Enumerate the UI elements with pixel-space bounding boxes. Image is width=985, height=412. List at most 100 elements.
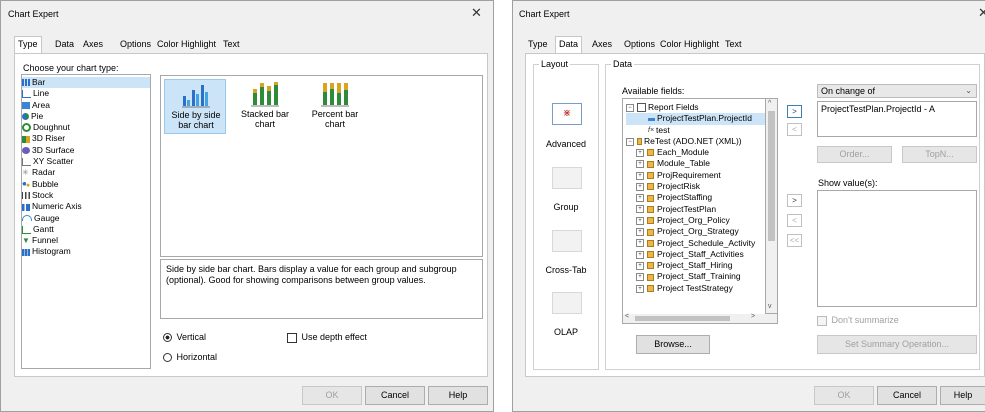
list-item[interactable]: ▼ Funnel <box>22 235 150 246</box>
olap-layout-icon[interactable] <box>552 292 582 314</box>
tree-node-table[interactable]: + ProjectRisk <box>626 181 765 192</box>
list-item[interactable]: 3D Riser <box>22 133 150 144</box>
close-icon[interactable]: ✕ <box>471 5 482 21</box>
on-change-field-list[interactable]: ProjectTestPlan.ProjectId - A <box>817 101 977 137</box>
show-values-list[interactable] <box>817 190 977 307</box>
remove-show-value-button[interactable]: < <box>787 214 802 227</box>
advanced-label[interactable]: Advanced <box>534 139 598 149</box>
list-item[interactable]: XY Scatter <box>22 156 150 167</box>
tab-type[interactable]: Type <box>525 37 551 51</box>
tree-node-table[interactable]: + Project_Org_Strategy <box>626 226 765 237</box>
browse-button[interactable]: Browse... <box>636 335 710 354</box>
tab-color-highlight[interactable]: Color Highlight <box>154 37 219 51</box>
cancel-button[interactable]: Cancel <box>365 386 425 405</box>
list-item[interactable]: Bar <box>22 77 150 89</box>
stacked-bar-icon <box>251 82 279 107</box>
tree-node-table[interactable]: + Project_Org_Policy <box>626 215 765 226</box>
scroll-up-icon[interactable]: ^ <box>768 100 771 107</box>
remove-all-show-values-button[interactable]: << <box>787 234 802 247</box>
tree-node-table[interactable]: + ProjectStaffing <box>626 192 765 203</box>
set-summary-operation-button[interactable]: Set Summary Operation... <box>817 335 977 354</box>
list-item[interactable]: Line <box>22 88 150 99</box>
tree-node-table[interactable]: + ProjectTestPlan <box>626 204 765 215</box>
table-name: Module_Table <box>657 158 710 169</box>
help-button[interactable]: Help <box>940 386 985 405</box>
tree-node-project-id[interactable]: ProjectTestPlan.ProjectId <box>626 113 765 125</box>
expand-icon: + <box>636 228 644 237</box>
tree-scrollbar[interactable]: ^ v <box>766 98 778 314</box>
ok-button[interactable]: OK <box>302 386 362 405</box>
tree-node-table[interactable]: + Project_Staff_Activities <box>626 249 765 260</box>
use-depth-checkbox[interactable]: Use depth effect <box>287 332 367 343</box>
tree-hscrollbar[interactable]: < > <box>622 313 778 324</box>
tab-options[interactable]: Options <box>117 37 154 51</box>
list-item[interactable]: Bubble <box>22 179 150 190</box>
tree-node-test[interactable]: f× test <box>626 125 765 136</box>
group-label[interactable]: Group <box>534 202 598 212</box>
tab-text[interactable]: Text <box>722 37 745 51</box>
remove-on-change-button[interactable]: < <box>787 123 802 136</box>
add-show-value-button[interactable]: > <box>787 194 802 207</box>
subtype-stacked[interactable]: Stacked bar chart <box>234 79 296 134</box>
tab-color-highlight[interactable]: Color Highlight <box>657 37 722 51</box>
topn-button[interactable]: TopN... <box>902 146 977 163</box>
tree-node-table[interactable]: + Each_Module <box>626 147 765 158</box>
vertical-radio[interactable]: Vertical <box>163 332 206 343</box>
subtype-percent[interactable]: Percent bar chart <box>304 79 366 134</box>
close-icon[interactable]: ✕ <box>978 5 985 21</box>
add-on-change-button[interactable]: > <box>787 105 802 118</box>
tab-axes[interactable]: Axes <box>80 37 106 51</box>
tree-node-table[interactable]: + Module_Table <box>626 158 765 169</box>
tab-text[interactable]: Text <box>220 37 243 51</box>
tree-node-table[interactable]: + Project_Staff_Training <box>626 271 765 282</box>
tree-node-report-fields[interactable]: − Report Fields <box>626 102 765 113</box>
group-layout-icon[interactable] <box>552 167 582 189</box>
order-button[interactable]: Order... <box>817 146 892 163</box>
list-item[interactable]: Doughnut <box>22 122 150 133</box>
table-name: Project_Schedule_Activity <box>657 237 756 248</box>
data-label: Data <box>611 59 635 69</box>
scroll-down-icon[interactable]: v <box>768 303 772 310</box>
list-item[interactable]: ✳ Radar <box>22 167 150 178</box>
tab-axes[interactable]: Axes <box>589 37 615 51</box>
tree-node-table[interactable]: + ProjRequirement <box>626 170 765 181</box>
tab-type[interactable]: Type <box>14 36 42 53</box>
dont-summarize-checkbox[interactable]: Don't summarize <box>817 315 899 326</box>
scroll-thumb-h[interactable] <box>635 316 730 321</box>
list-item[interactable]: Numeric Axis <box>22 201 150 212</box>
tab-data[interactable]: Data <box>555 36 583 53</box>
crosstab-label[interactable]: Cross-Tab <box>534 265 598 275</box>
crosstab-layout-icon[interactable] <box>552 230 582 252</box>
list-item[interactable]: 3D Surface <box>22 145 150 156</box>
list-item[interactable]: Histogram <box>22 246 150 257</box>
list-item[interactable]: Pie <box>22 111 150 122</box>
scroll-thumb[interactable] <box>768 111 775 241</box>
scroll-left-icon[interactable]: < <box>625 313 629 320</box>
tree-node-retest[interactable]: − ReTest (ADO.NET (XML)) <box>626 136 765 147</box>
tree-node-table[interactable]: + Project TestStrategy <box>626 283 765 294</box>
advanced-layout-icon[interactable]: ⋇ <box>552 103 582 125</box>
list-item[interactable]: Area <box>22 100 150 111</box>
cancel-button[interactable]: Cancel <box>877 386 937 405</box>
tab-options[interactable]: Options <box>621 37 658 51</box>
tab-data[interactable]: Data <box>52 37 77 51</box>
help-button[interactable]: Help <box>428 386 488 405</box>
list-item[interactable]: Gauge <box>22 213 150 224</box>
expand-icon: + <box>636 261 644 270</box>
available-fields-tree[interactable]: − Report Fields ProjectTestPlan.ProjectId… <box>622 98 766 324</box>
ok-button[interactable]: OK <box>814 386 874 405</box>
subtype-side-by-side[interactable]: Side by side bar chart <box>164 79 226 134</box>
chart-expert-dialog-data: Chart Expert ✕ Type Data Axes Options Co… <box>512 0 985 412</box>
list-item[interactable]: Gantt <box>22 224 150 235</box>
on-change-field[interactable]: ProjectTestPlan.ProjectId - A <box>821 104 935 114</box>
tab-strip: Type Data Axes Options Color Highlight T… <box>525 36 975 53</box>
scroll-right-icon[interactable]: > <box>751 313 755 320</box>
tree-node-table[interactable]: + Project_Schedule_Activity <box>626 238 765 249</box>
database-icon <box>637 138 642 146</box>
chart-type-list[interactable]: Bar Line Area Pie Doughnut 3D Riser 3D S… <box>21 74 151 369</box>
list-item[interactable]: Stock <box>22 190 150 201</box>
tree-node-table[interactable]: + Project_Staff_Hiring <box>626 260 765 271</box>
olap-label[interactable]: OLAP <box>534 327 598 337</box>
on-change-select[interactable]: On change of ⌄ <box>817 84 977 98</box>
horizontal-radio[interactable]: Horizontal <box>163 352 217 363</box>
